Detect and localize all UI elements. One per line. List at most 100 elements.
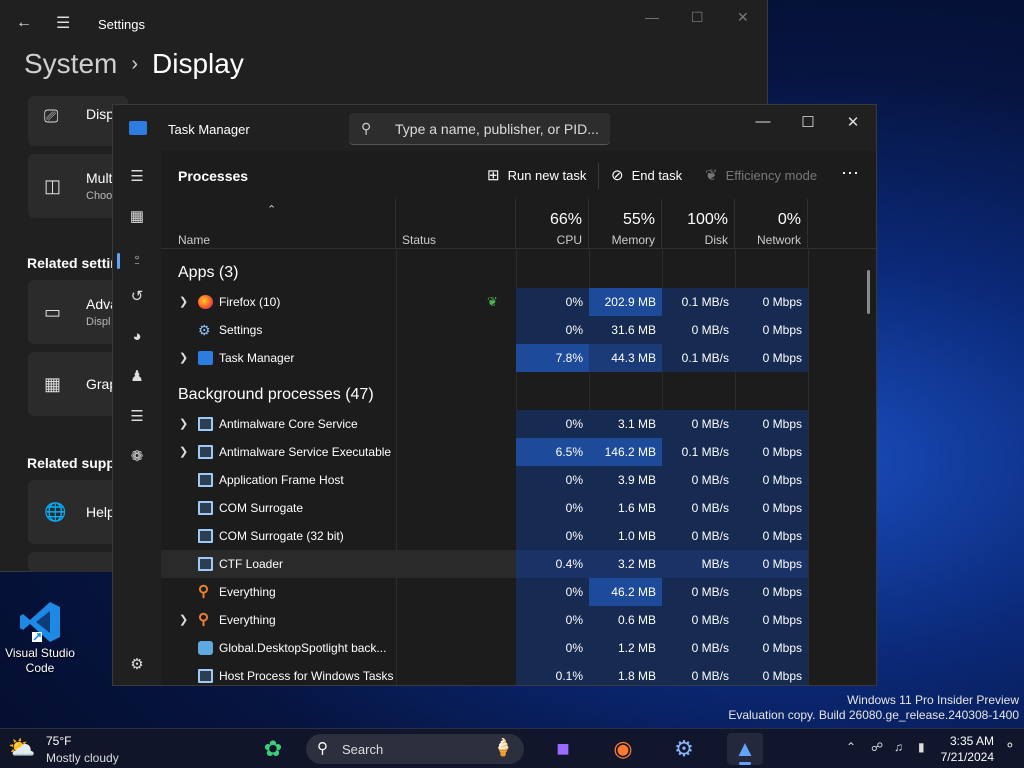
table-row[interactable]: ⚲ Everything 0% 46.2 MB 0 MB/s 0 Mbps xyxy=(161,578,808,606)
settings-title: Settings xyxy=(98,17,145,32)
startup-apps-icon[interactable]: ◕ xyxy=(125,325,149,349)
settings-taskbar-icon[interactable]: ⚙ xyxy=(666,733,702,765)
taskbar: ⛅ 75°F Mostly cloudy ✿ ⚲ Search 🍦 ■ ◉ ⚙ … xyxy=(0,728,1024,768)
navigation-rail: ☰ ▦ ⍛ ↺ ◕ ♟ ☰ ❁ ⚙ xyxy=(113,151,161,685)
system-clock[interactable]: 3:35 AM 7/21/2024 xyxy=(940,733,994,765)
leaf-icon: ❦ xyxy=(705,167,718,184)
service-icon xyxy=(198,557,213,571)
network-icon[interactable]: ☍ xyxy=(871,740,883,754)
expand-chevron-icon[interactable]: ❯ xyxy=(179,410,188,438)
related-support-heading: Related suppo xyxy=(27,455,124,471)
search-box[interactable]: ⚲ xyxy=(349,113,610,145)
service-icon xyxy=(198,445,213,459)
vscode-label-2: Code xyxy=(25,661,55,675)
display-icon: ⎚ xyxy=(44,106,59,126)
minimize-icon[interactable]: — xyxy=(748,113,778,137)
search-input[interactable] xyxy=(395,119,600,139)
efficiency-mode-button[interactable]: ❦ Efficiency mode xyxy=(705,166,817,184)
process-list: Apps (3) ❯ Firefox (10) ❦ 0% 202.9 MB 0.… xyxy=(161,250,876,685)
column-header-name[interactable]: ⌃ Name xyxy=(161,199,396,249)
service-icon xyxy=(198,529,213,543)
task-manager-taskbar-icon[interactable]: ▲ xyxy=(727,733,763,765)
desktop-icon-vscode[interactable]: Visual Studio Code xyxy=(0,598,80,676)
more-options-icon[interactable]: ⋯ xyxy=(841,163,860,184)
run-task-icon: ⊞ xyxy=(487,167,500,184)
expand-chevron-icon[interactable]: ❯ xyxy=(179,606,188,634)
table-row[interactable]: ❯ Antimalware Service Executable 6.5% 14… xyxy=(161,438,808,466)
details-icon[interactable]: ☰ xyxy=(125,405,149,429)
close-icon[interactable]: ✕ xyxy=(838,113,868,137)
users-icon[interactable]: ♟ xyxy=(125,365,149,389)
table-row[interactable]: ❯ Firefox (10) ❦ 0% 202.9 MB 0.1 MB/s 0 … xyxy=(161,288,808,316)
settings-gear-icon[interactable]: ⚙ xyxy=(125,653,149,677)
firefox-taskbar-icon[interactable]: ◉ xyxy=(605,733,641,765)
battery-icon[interactable]: ▮ xyxy=(918,740,925,754)
weather-temperature[interactable]: 75°F xyxy=(46,734,71,748)
selected-indicator xyxy=(117,253,120,269)
weather-cloud-icon[interactable]: ⛅ xyxy=(8,735,35,761)
service-icon xyxy=(198,501,213,515)
table-row[interactable]: Global.DesktopSpotlight back... 0% 1.2 M… xyxy=(161,634,808,662)
table-row[interactable]: Host Process for Windows Tasks 0.1% 1.8 … xyxy=(161,662,808,685)
run-new-task-button[interactable]: ⊞ Run new task xyxy=(487,166,586,184)
table-row[interactable]: ⚙ Settings 0% 31.6 MB 0 MB/s 0 Mbps xyxy=(161,316,808,344)
services-icon[interactable]: ❁ xyxy=(125,445,149,469)
table-row[interactable]: ❯ Task Manager 7.8% 44.3 MB 0.1 MB/s 0 M… xyxy=(161,344,808,372)
start-button-icon[interactable]: ✿ xyxy=(255,733,291,765)
hamburger-menu-icon[interactable]: ☰ xyxy=(125,165,149,189)
column-header-memory[interactable]: 55% Memory xyxy=(589,199,662,249)
task-manager-titlebar: Task Manager ⚲ — ☐ ✕ xyxy=(113,105,876,151)
clock-time: 3:35 AM xyxy=(949,734,994,748)
clock-date: 7/21/2024 xyxy=(940,750,994,764)
column-header-status[interactable]: Status xyxy=(396,199,516,249)
firefox-icon xyxy=(198,295,213,309)
laptop-icon: ▭ xyxy=(44,302,62,322)
close-icon[interactable]: ✕ xyxy=(737,9,749,26)
maximize-icon[interactable]: ☐ xyxy=(691,9,704,26)
expand-chevron-icon[interactable]: ❯ xyxy=(179,438,188,466)
processes-page: Processes ⊞ Run new task ⊘ End task ❦ Ef… xyxy=(161,151,876,685)
breadcrumb-system[interactable]: System xyxy=(24,48,117,80)
chevron-right-icon: › xyxy=(131,52,139,75)
page-title: Processes xyxy=(178,168,249,184)
settings-app-icon: ⚙ xyxy=(198,322,211,338)
hamburger-menu-icon[interactable]: ☰ xyxy=(56,13,70,33)
table-row[interactable]: ❯ ⚲ Everything 0% 0.6 MB 0 MB/s 0 Mbps xyxy=(161,606,808,634)
maximize-icon[interactable]: ☐ xyxy=(793,113,823,137)
chevron-up-icon[interactable]: ⌃ xyxy=(846,740,856,754)
expand-chevron-icon[interactable]: ❯ xyxy=(179,344,188,372)
command-bar: Processes ⊞ Run new task ⊘ End task ❦ Ef… xyxy=(161,151,876,199)
search-highlight-icon: 🍦 xyxy=(492,738,514,757)
table-row[interactable]: ❯ Antimalware Core Service 0% 3.1 MB 0 M… xyxy=(161,410,808,438)
app-history-icon[interactable]: ↺ xyxy=(125,285,149,309)
notification-bell-icon[interactable]: ⚬ xyxy=(1004,737,1016,754)
service-icon xyxy=(198,669,213,683)
end-task-button[interactable]: ⊘ End task xyxy=(611,166,682,184)
processes-icon[interactable]: ▦ xyxy=(125,205,149,229)
table-row[interactable]: COM Surrogate (32 bit) 0% 1.0 MB 0 MB/s … xyxy=(161,522,808,550)
minimize-icon[interactable]: — xyxy=(645,9,659,25)
table-row[interactable]: COM Surrogate 0% 1.6 MB 0 MB/s 0 Mbps xyxy=(161,494,808,522)
column-header-network[interactable]: 0% Network xyxy=(735,199,808,249)
performance-icon[interactable]: ⍛ xyxy=(125,245,149,269)
expand-chevron-icon[interactable]: ❯ xyxy=(179,288,188,316)
vertical-scrollbar[interactable] xyxy=(867,270,870,314)
service-icon xyxy=(198,473,213,487)
vscode-label-1: Visual Studio xyxy=(5,646,75,660)
efficiency-leaf-icon: ❦ xyxy=(487,294,498,309)
table-row[interactable]: Application Frame Host 0% 3.9 MB 0 MB/s … xyxy=(161,466,808,494)
table-row[interactable]: CTF Loader 0.4% 3.2 MB MB/s 0 Mbps xyxy=(161,550,808,578)
everything-search-icon: ⚲ xyxy=(198,611,209,628)
back-arrow-icon[interactable]: ← xyxy=(16,14,32,32)
task-manager-icon xyxy=(198,351,213,365)
breadcrumb: System › Display xyxy=(24,48,244,80)
end-task-icon: ⊘ xyxy=(611,167,624,184)
file-explorer-icon[interactable]: ■ xyxy=(545,733,581,765)
volume-icon[interactable]: ♫ xyxy=(894,740,903,754)
taskbar-search[interactable]: ⚲ Search 🍦 xyxy=(306,734,524,764)
weather-description[interactable]: Mostly cloudy xyxy=(46,751,119,765)
column-header-disk[interactable]: 100% Disk xyxy=(662,199,735,249)
group-header-apps: Apps (3) xyxy=(178,264,239,281)
column-header-cpu[interactable]: 66% CPU xyxy=(516,199,589,249)
task-manager-app-icon xyxy=(129,121,147,135)
